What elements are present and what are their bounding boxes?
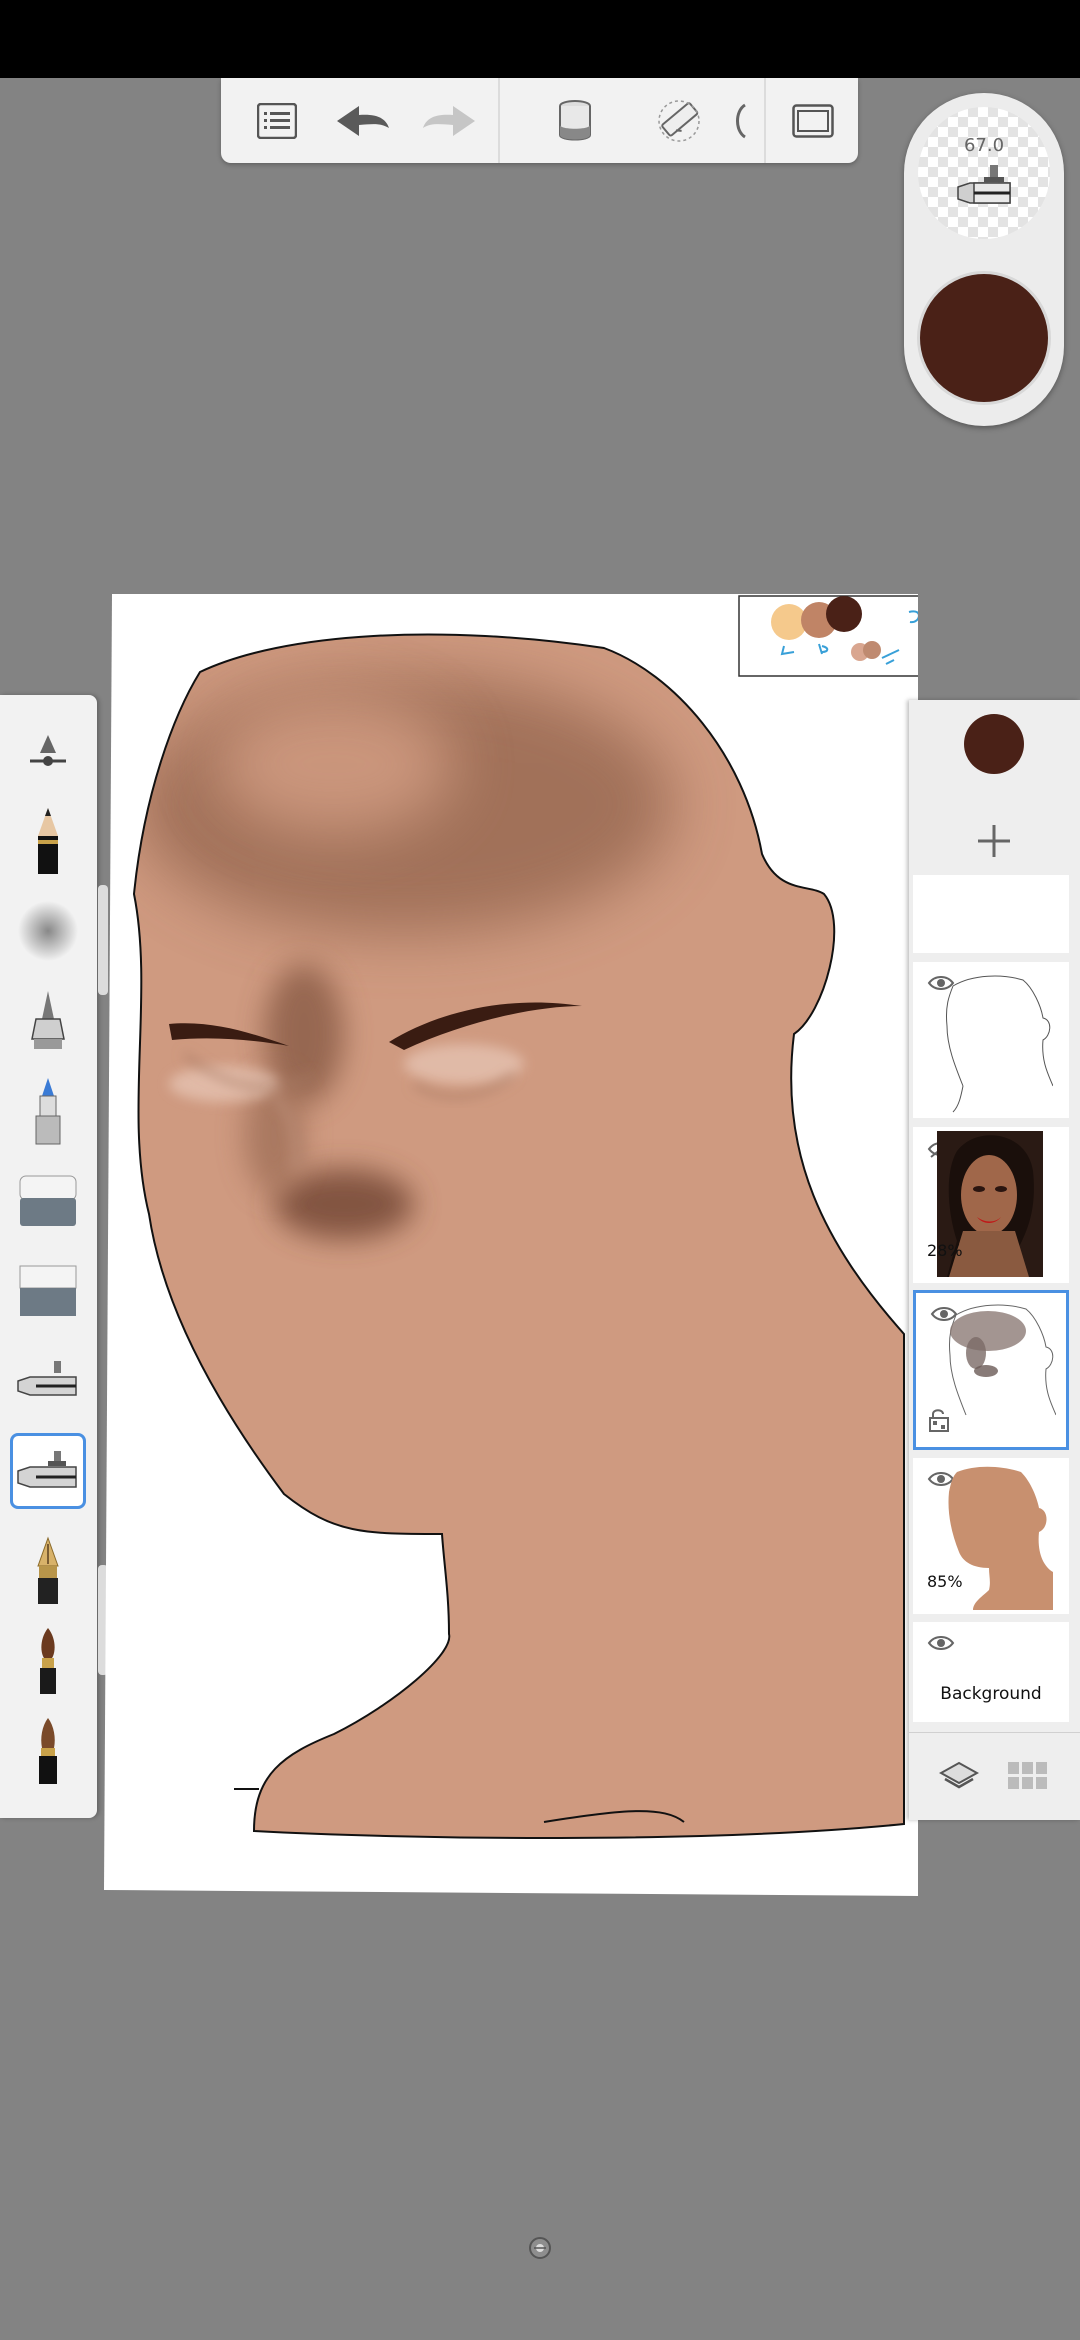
lock-icon[interactable] bbox=[928, 1407, 950, 1433]
layer-blank[interactable] bbox=[913, 875, 1069, 953]
brush-puck[interactable]: 67.0 bbox=[904, 93, 1064, 426]
soft-eraser-icon bbox=[19, 1175, 77, 1226]
status-bar bbox=[0, 0, 1080, 78]
marker-icon bbox=[35, 1078, 61, 1145]
layer-thumbnail bbox=[949, 1304, 1056, 1416]
brush-size-value: 67.0 bbox=[963, 135, 1005, 156]
airbrush-small-icon bbox=[17, 1361, 77, 1396]
airbrush-tool-button[interactable] bbox=[10, 983, 86, 1059]
brush-palette bbox=[0, 695, 97, 1818]
fullscreen-icon bbox=[792, 103, 834, 138]
marker-button[interactable] bbox=[10, 1073, 86, 1149]
ink-brush-icon bbox=[39, 1718, 57, 1784]
airbrush-icon bbox=[31, 991, 65, 1049]
symmetry-icon bbox=[736, 103, 746, 138]
brush-settings-icon bbox=[30, 735, 66, 766]
soft-eraser-button[interactable] bbox=[10, 1163, 86, 1239]
layer-panel-footer bbox=[909, 1732, 1080, 1821]
current-color-swatch[interactable] bbox=[917, 271, 1051, 405]
brush-settings-button[interactable] bbox=[10, 713, 86, 789]
undo-button[interactable] bbox=[321, 78, 405, 163]
symmetry-button[interactable] bbox=[721, 78, 761, 163]
fountain-pen-icon bbox=[37, 1536, 59, 1604]
fullscreen-button[interactable] bbox=[771, 78, 855, 163]
paintbrush-icon bbox=[40, 1628, 56, 1694]
airbrush-selected-button[interactable] bbox=[10, 1433, 86, 1509]
pencil-icon bbox=[38, 808, 58, 874]
toolbar-divider bbox=[764, 78, 766, 163]
plus-icon bbox=[978, 825, 1010, 857]
top-toolbar bbox=[221, 78, 858, 163]
eye-icon[interactable] bbox=[927, 1634, 955, 1652]
color-reference bbox=[738, 595, 918, 677]
paintbrush-button[interactable] bbox=[10, 1623, 86, 1699]
layer-color-swatch[interactable] bbox=[964, 714, 1024, 774]
drawing-canvas[interactable] bbox=[104, 594, 918, 1896]
airbrush-selected-icon bbox=[17, 1451, 77, 1488]
add-layer-button[interactable] bbox=[961, 808, 1027, 874]
layer-opacity-label: 85% bbox=[927, 1572, 963, 1591]
layer-background[interactable]: Background bbox=[913, 1622, 1069, 1722]
layer-opacity-label: 28% bbox=[927, 1241, 963, 1260]
ruler-button[interactable] bbox=[637, 78, 721, 163]
layer-shading[interactable] bbox=[913, 1290, 1069, 1450]
list-icon bbox=[257, 102, 297, 139]
hard-eraser-button[interactable] bbox=[10, 1253, 86, 1329]
airbrush-icon bbox=[957, 165, 1011, 204]
hard-eraser-icon bbox=[19, 1265, 77, 1316]
ruler-icon bbox=[658, 99, 700, 142]
soft-airbrush-icon bbox=[18, 901, 78, 961]
brush-size-control[interactable]: 67.0 bbox=[918, 107, 1050, 239]
layer-skin-base[interactable]: 85% bbox=[913, 1458, 1069, 1614]
pencil-button[interactable] bbox=[10, 803, 86, 879]
fill-bucket-button[interactable] bbox=[533, 78, 617, 163]
layer-name-label: Background bbox=[940, 1684, 1042, 1704]
layer-sketch[interactable] bbox=[913, 962, 1069, 1118]
undo-icon bbox=[337, 105, 389, 136]
layer-panel: 28% 85% Background bbox=[909, 700, 1080, 1820]
canvas-rotate-icon[interactable] bbox=[528, 2236, 552, 2260]
layers-icon[interactable] bbox=[939, 1759, 979, 1795]
fill-bucket-icon bbox=[559, 99, 591, 140]
layer-reference-photo[interactable]: 28% bbox=[913, 1127, 1069, 1283]
grid-icon[interactable] bbox=[1007, 1761, 1049, 1791]
redo-icon bbox=[423, 105, 475, 136]
ink-brush-button[interactable] bbox=[10, 1713, 86, 1789]
airbrush-small-button[interactable] bbox=[10, 1343, 86, 1419]
layer-thumbnail bbox=[946, 975, 1053, 1113]
list-button[interactable] bbox=[235, 78, 319, 163]
soft-airbrush-button[interactable] bbox=[10, 893, 86, 969]
fountain-pen-button[interactable] bbox=[10, 1533, 86, 1609]
toolbar-divider bbox=[498, 78, 500, 163]
redo-button[interactable] bbox=[407, 78, 491, 163]
